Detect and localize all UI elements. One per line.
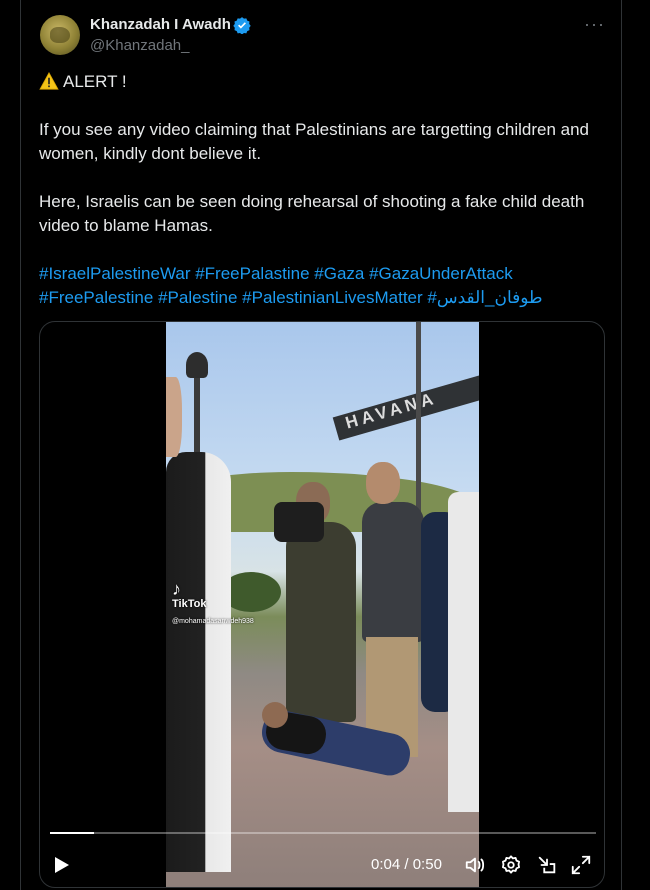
video-controls: 0:04 / 0:50 [40,842,604,887]
tiktok-username: @mohamadasanwdeh938 [172,618,254,625]
duration: 0:50 [412,856,442,873]
time-separator: / [400,856,413,873]
verified-badge-icon [233,17,251,34]
person-far-right [448,492,479,812]
paragraph-2: Here, Israelis can be seen doing rehears… [39,192,585,235]
tiktok-watermark: TikTok [172,598,207,610]
author-handle[interactable]: @Khanzadah_ [90,37,189,54]
crane-label: HAVANA [343,388,440,433]
tiktok-logo: ♪ TikTok [172,579,207,610]
current-time: 0:04 [371,856,401,873]
person-left-head [166,377,182,457]
author-name[interactable]: Khanzadah I Awadh [90,16,231,33]
man-grey-head [366,462,400,504]
camera [274,502,324,542]
man-grey-shirt [362,502,424,642]
person-left [166,452,231,872]
picture-in-picture-icon[interactable] [536,854,558,876]
play-icon[interactable] [54,856,70,874]
avatar[interactable] [40,15,80,55]
hashtags-line-1[interactable]: #IsraelPalestineWar #FreePalastine #Gaza… [39,262,604,286]
lamp-head [186,352,208,378]
crane-pole [416,322,421,522]
settings-gear-icon[interactable] [500,854,522,876]
more-options-icon[interactable]: ··· [584,14,605,35]
soldier [286,522,356,722]
hashtags-line-2[interactable]: #FreePalestine #Palestine #PalestinianLi… [39,286,604,310]
video-player[interactable]: HAVANA ♪ TikTok @mohamadasanwdeh938 0:04… [39,321,605,888]
volume-icon[interactable] [464,854,486,876]
tweet-text: ALERT ! If you see any video claiming th… [39,70,604,310]
video-time: 0:04 / 0:50 [371,856,442,873]
progress-bar-fill [50,832,94,834]
alert-text: ALERT ! [63,72,127,91]
progress-bar[interactable] [50,832,596,834]
fullscreen-icon[interactable] [570,854,592,876]
video-frame[interactable]: HAVANA ♪ TikTok @mohamadasanwdeh938 [166,322,479,887]
alert-line: ALERT ! [39,70,604,94]
warning-icon [39,72,59,90]
lying-person-head [262,702,288,728]
paragraph-1: If you see any video claiming that Pales… [39,120,589,163]
